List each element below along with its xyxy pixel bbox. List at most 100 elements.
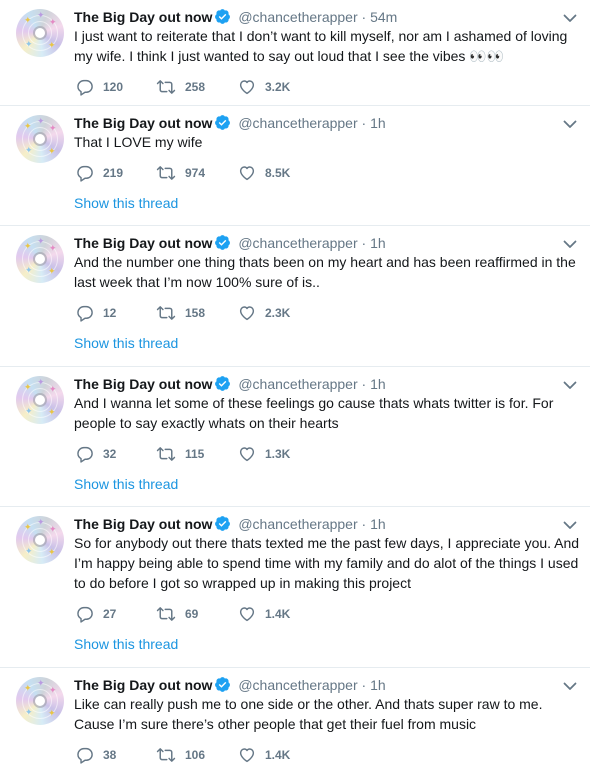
show-thread-link[interactable]: Show this thread (74, 333, 580, 357)
retweet-button[interactable]: 158 (156, 304, 238, 322)
tweet-text: And the number one thing thats been on m… (74, 254, 576, 290)
handle[interactable]: @chancetherapper (238, 376, 357, 392)
avatar[interactable]: ✦ ✦ ✦ ✦ ✦ (16, 115, 64, 163)
display-name[interactable]: The Big Day out now (74, 516, 212, 532)
retweet-count: 106 (185, 748, 206, 762)
reply-button[interactable]: 27 (76, 605, 156, 623)
timestamp[interactable]: 1h (370, 376, 386, 392)
handle[interactable]: @chancetherapper (238, 677, 357, 693)
timestamp[interactable]: 1h (370, 235, 386, 251)
verified-badge-icon (215, 677, 231, 692)
tweet-text: Like can really push me to one side or t… (74, 696, 543, 732)
like-icon (239, 306, 255, 321)
retweet-count: 115 (185, 447, 205, 461)
retweet-button[interactable]: 106 (156, 746, 238, 764)
tweet-text: So for anybody out there thats texted me… (74, 535, 580, 591)
reply-button[interactable]: 120 (76, 78, 156, 96)
reply-button[interactable]: 12 (76, 304, 156, 322)
retweet-icon (156, 748, 176, 762)
reply-icon (77, 747, 93, 764)
like-button[interactable]: 1.4K (238, 605, 320, 623)
avatar[interactable]: ✦ ✦ ✦ ✦ ✦ (16, 9, 64, 57)
separator-dot: · (361, 115, 367, 131)
like-count: 2.3K (265, 306, 291, 320)
chevron-down-icon[interactable] (560, 676, 580, 696)
display-name[interactable]: The Big Day out now (74, 235, 212, 251)
verified-badge-icon (215, 376, 231, 391)
like-button[interactable]: 2.3K (238, 304, 320, 322)
timestamp[interactable]: 54m (370, 9, 397, 25)
tweet[interactable]: ✦ ✦ ✦ ✦ ✦ The Big Day out now @chancethe… (0, 507, 590, 668)
like-count: 1.4K (265, 748, 291, 762)
separator-dot: · (361, 677, 367, 693)
timestamp[interactable]: 1h (370, 677, 386, 693)
tweet-text: I just want to reiterate that I don’t wa… (74, 28, 568, 64)
handle[interactable]: @chancetherapper (238, 9, 357, 25)
handle[interactable]: @chancetherapper (238, 516, 357, 532)
like-icon (239, 447, 255, 462)
tweet[interactable]: ✦ ✦ ✦ ✦ ✦ The Big Day out now @chancethe… (0, 0, 590, 106)
tweet-text: That I LOVE my wife (74, 134, 203, 150)
chevron-down-icon[interactable] (560, 375, 580, 395)
tweet-header: The Big Day out now @chancetherapper · 5… (74, 8, 580, 26)
like-button[interactable]: 8.5K (238, 164, 320, 182)
reply-button[interactable]: 38 (76, 746, 156, 764)
like-icon (239, 748, 255, 763)
like-count: 8.5K (265, 166, 291, 180)
tweet[interactable]: ✦ ✦ ✦ ✦ ✦ The Big Day out now @chancethe… (0, 668, 590, 777)
like-button[interactable]: 1.3K (238, 445, 320, 463)
separator-dot: · (361, 376, 367, 392)
tweet-header: The Big Day out now @chancetherapper · 1… (74, 676, 580, 694)
reply-icon (77, 165, 93, 182)
like-button[interactable]: 1.4K (238, 746, 320, 764)
chevron-down-icon[interactable] (560, 515, 580, 535)
like-button[interactable]: 3.2K (238, 78, 320, 96)
reply-button[interactable]: 32 (76, 445, 156, 463)
tweet-actions: 219 974 8.5K (74, 155, 580, 191)
retweet-count: 258 (185, 80, 206, 94)
tweet[interactable]: ✦ ✦ ✦ ✦ ✦ The Big Day out now @chancethe… (0, 106, 590, 226)
display-name[interactable]: The Big Day out now (74, 376, 212, 392)
handle[interactable]: @chancetherapper (238, 115, 357, 131)
chevron-down-icon[interactable] (560, 114, 580, 134)
avatar[interactable]: ✦ ✦ ✦ ✦ ✦ (16, 376, 64, 424)
timestamp[interactable]: 1h (370, 115, 386, 131)
tweet-actions: 27 69 1.4K (74, 596, 580, 632)
show-thread-link[interactable]: Show this thread (74, 474, 580, 498)
like-icon (239, 607, 255, 622)
avatar[interactable]: ✦ ✦ ✦ ✦ ✦ (16, 235, 64, 283)
retweet-button[interactable]: 69 (156, 605, 238, 623)
tweet[interactable]: ✦ ✦ ✦ ✦ ✦ The Big Day out now @chancethe… (0, 367, 590, 507)
reply-button[interactable]: 219 (76, 164, 156, 182)
retweet-icon (156, 80, 176, 94)
retweet-button[interactable]: 115 (156, 445, 238, 463)
display-name[interactable]: The Big Day out now (74, 9, 212, 25)
handle[interactable]: @chancetherapper (238, 235, 357, 251)
reply-count: 12 (103, 306, 117, 320)
timestamp[interactable]: 1h (370, 516, 386, 532)
show-thread-link[interactable]: Show this thread (74, 193, 580, 217)
tweet-feed: ✦ ✦ ✦ ✦ ✦ The Big Day out now @chancethe… (0, 0, 590, 777)
tweet-header: The Big Day out now @chancetherapper · 1… (74, 114, 580, 132)
reply-count: 38 (103, 748, 117, 762)
retweet-button[interactable]: 974 (156, 164, 238, 182)
tweet[interactable]: ✦ ✦ ✦ ✦ ✦ The Big Day out now @chancethe… (0, 226, 590, 367)
retweet-button[interactable]: 258 (156, 78, 238, 96)
reply-count: 120 (103, 80, 124, 94)
chevron-down-icon[interactable] (560, 8, 580, 28)
verified-badge-icon (215, 9, 231, 24)
reply-count: 27 (103, 607, 117, 621)
chevron-down-icon[interactable] (560, 234, 580, 254)
verified-badge-icon (215, 115, 231, 130)
tweet-actions: 120 258 3.2K (74, 69, 580, 105)
display-name[interactable]: The Big Day out now (74, 115, 212, 131)
show-thread-link[interactable]: Show this thread (74, 634, 580, 658)
avatar[interactable]: ✦ ✦ ✦ ✦ ✦ (16, 677, 64, 725)
display-name[interactable]: The Big Day out now (74, 677, 212, 693)
like-count: 3.2K (265, 80, 291, 94)
retweet-icon (156, 607, 176, 621)
tweet-actions: 12 158 2.3K (74, 295, 580, 331)
retweet-count: 974 (185, 166, 206, 180)
reply-count: 32 (103, 447, 117, 461)
avatar[interactable]: ✦ ✦ ✦ ✦ ✦ (16, 516, 64, 564)
